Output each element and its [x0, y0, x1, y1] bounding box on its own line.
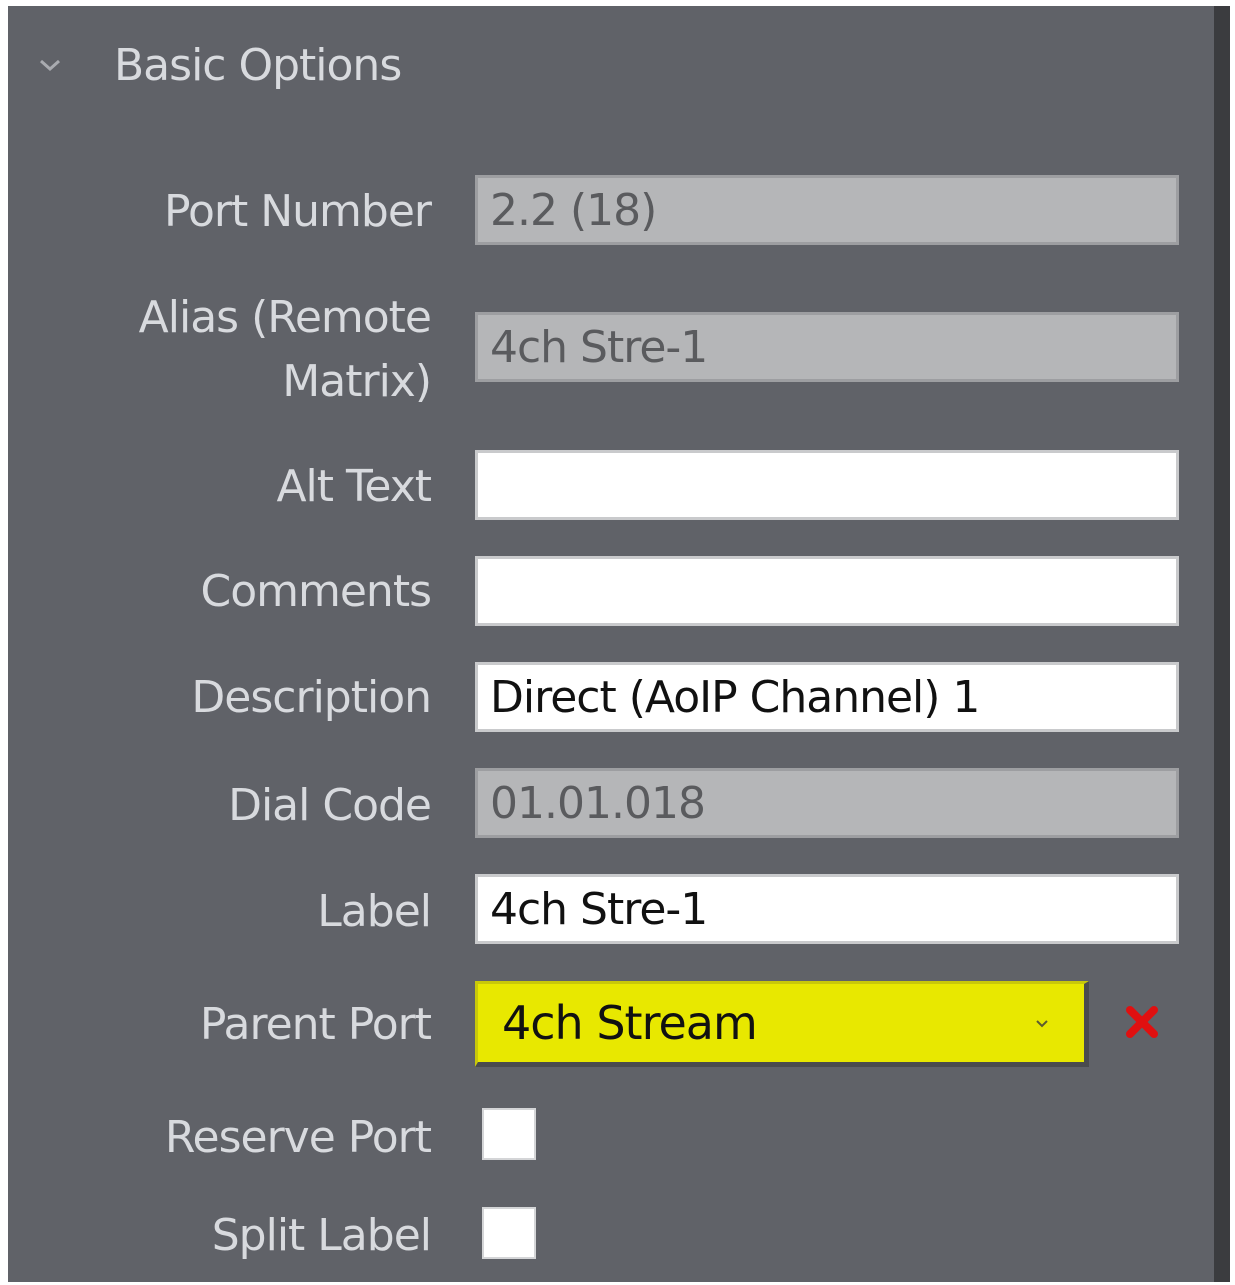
reserve-port-checkbox[interactable]	[482, 1108, 536, 1160]
dial-code-field: 01.01.018	[475, 768, 1179, 838]
chevron-down-icon[interactable]	[30, 45, 70, 85]
comments-input[interactable]	[475, 556, 1179, 626]
alt-text-label: Alt Text	[276, 461, 432, 512]
reserve-port-label: Reserve Port	[164, 1112, 432, 1163]
port-number-field: 2.2 (18)	[475, 175, 1179, 245]
panel-scrollbar[interactable]	[1214, 6, 1230, 1282]
parent-port-label: Parent Port	[199, 999, 432, 1050]
split-label-checkbox[interactable]	[482, 1207, 536, 1259]
alias-field: 4ch Stre-1	[475, 312, 1179, 382]
parent-port-dropdown[interactable]: 4ch Stream	[475, 981, 1089, 1067]
section-title: Basic Options	[114, 39, 402, 91]
port-number-label: Port Number	[164, 186, 432, 237]
label-input[interactable]: 4ch Stre-1	[475, 874, 1179, 944]
alt-text-input[interactable]	[475, 450, 1179, 520]
description-label: Description	[191, 672, 432, 723]
dial-code-label: Dial Code	[228, 780, 432, 831]
split-label-label: Split Label	[211, 1210, 432, 1261]
label-label: Label	[317, 886, 432, 937]
chevron-down-icon[interactable]	[1028, 1010, 1056, 1038]
parent-port-value: 4ch Stream	[502, 996, 758, 1050]
alias-label-line2: Matrix)	[282, 356, 432, 407]
description-input[interactable]: Direct (AoIP Channel) 1	[475, 662, 1179, 732]
comments-label: Comments	[200, 566, 432, 617]
close-icon[interactable]	[1120, 1000, 1164, 1044]
alias-label-line1: Alias (Remote	[138, 292, 432, 343]
basic-options-header[interactable]: Basic Options	[30, 30, 402, 100]
